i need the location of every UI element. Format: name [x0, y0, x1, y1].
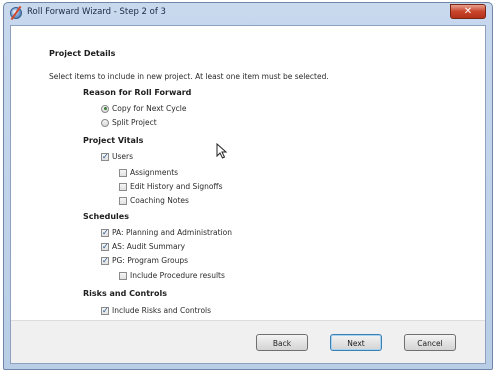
app-icon — [10, 7, 22, 19]
checkbox-label: PA: Planning and Administration — [112, 228, 233, 237]
checkbox-label: Include Procedure results — [130, 271, 225, 280]
wizard-footer: Back Next Cancel — [11, 320, 485, 363]
title-bar[interactable]: Roll Forward Wizard - Step 2 of 3 ✕ — [4, 3, 492, 25]
checkbox-as-audit-summary[interactable]: ✓ AS: Audit Summary — [101, 241, 185, 252]
risks-heading: Risks and Controls — [83, 289, 167, 298]
window-title: Roll Forward Wizard - Step 2 of 3 — [27, 7, 166, 17]
radio-label: Copy for Next Cycle — [112, 104, 187, 113]
checkbox-label: Users — [112, 152, 134, 161]
cancel-button[interactable]: Cancel — [404, 334, 456, 351]
checkbox-label: Coaching Notes — [130, 196, 189, 205]
checkbox-checked[interactable]: ✓ — [101, 306, 109, 315]
checkbox-label: Edit History and Signoffs — [130, 182, 223, 191]
checkbox-users[interactable]: ✓ Users — [101, 151, 133, 162]
checkbox-include-risks-controls[interactable]: ✓ Include Risks and Controls — [101, 305, 211, 316]
checkbox-label: PG: Program Groups — [112, 256, 189, 265]
close-button[interactable]: ✕ — [450, 4, 486, 19]
page-title: Project Details — [49, 49, 116, 58]
checkbox-include-procedure-results[interactable]: Include Procedure results — [119, 270, 225, 281]
checkbox[interactable] — [119, 168, 127, 177]
checkbox-coaching-notes[interactable]: Coaching Notes — [119, 195, 189, 206]
checkbox[interactable] — [119, 196, 127, 205]
checkbox[interactable] — [119, 182, 127, 191]
radio-button[interactable] — [101, 118, 109, 127]
radio-button-selected[interactable] — [101, 104, 109, 113]
checkbox-checked[interactable]: ✓ — [101, 228, 109, 237]
checkbox-pa-planning[interactable]: ✓ PA: Planning and Administration — [101, 227, 232, 238]
instruction-text: Select items to include in new project. … — [49, 72, 329, 81]
wizard-client-area: Project Details Select items to include … — [10, 25, 486, 364]
mouse-pointer-icon — [216, 143, 228, 159]
radio-copy-for-next-cycle[interactable]: Copy for Next Cycle — [101, 103, 186, 114]
radio-split-project[interactable]: Split Project — [101, 117, 157, 128]
checkbox-edit-history[interactable]: Edit History and Signoffs — [119, 181, 223, 192]
checkbox-checked[interactable]: ✓ — [101, 242, 109, 251]
radio-label: Split Project — [112, 118, 157, 127]
checkbox-label: AS: Audit Summary — [112, 242, 186, 251]
schedules-heading: Schedules — [83, 212, 129, 221]
reason-heading: Reason for Roll Forward — [83, 88, 192, 97]
checkbox-label: Include Risks and Controls — [112, 306, 212, 315]
checkbox-checked[interactable]: ✓ — [101, 256, 109, 265]
checkbox-assignments[interactable]: Assignments — [119, 167, 178, 178]
vitals-heading: Project Vitals — [83, 136, 144, 145]
back-button[interactable]: Back — [256, 334, 308, 351]
project-details-panel: Project Details Select items to include … — [11, 26, 485, 320]
checkbox-label: Assignments — [130, 168, 179, 177]
next-button[interactable]: Next — [330, 334, 382, 351]
checkbox-pg-program-groups[interactable]: ✓ PG: Program Groups — [101, 255, 188, 266]
checkbox[interactable] — [119, 271, 127, 280]
checkbox-checked[interactable]: ✓ — [101, 152, 109, 161]
wizard-window: Roll Forward Wizard - Step 2 of 3 ✕ Proj… — [3, 2, 493, 370]
